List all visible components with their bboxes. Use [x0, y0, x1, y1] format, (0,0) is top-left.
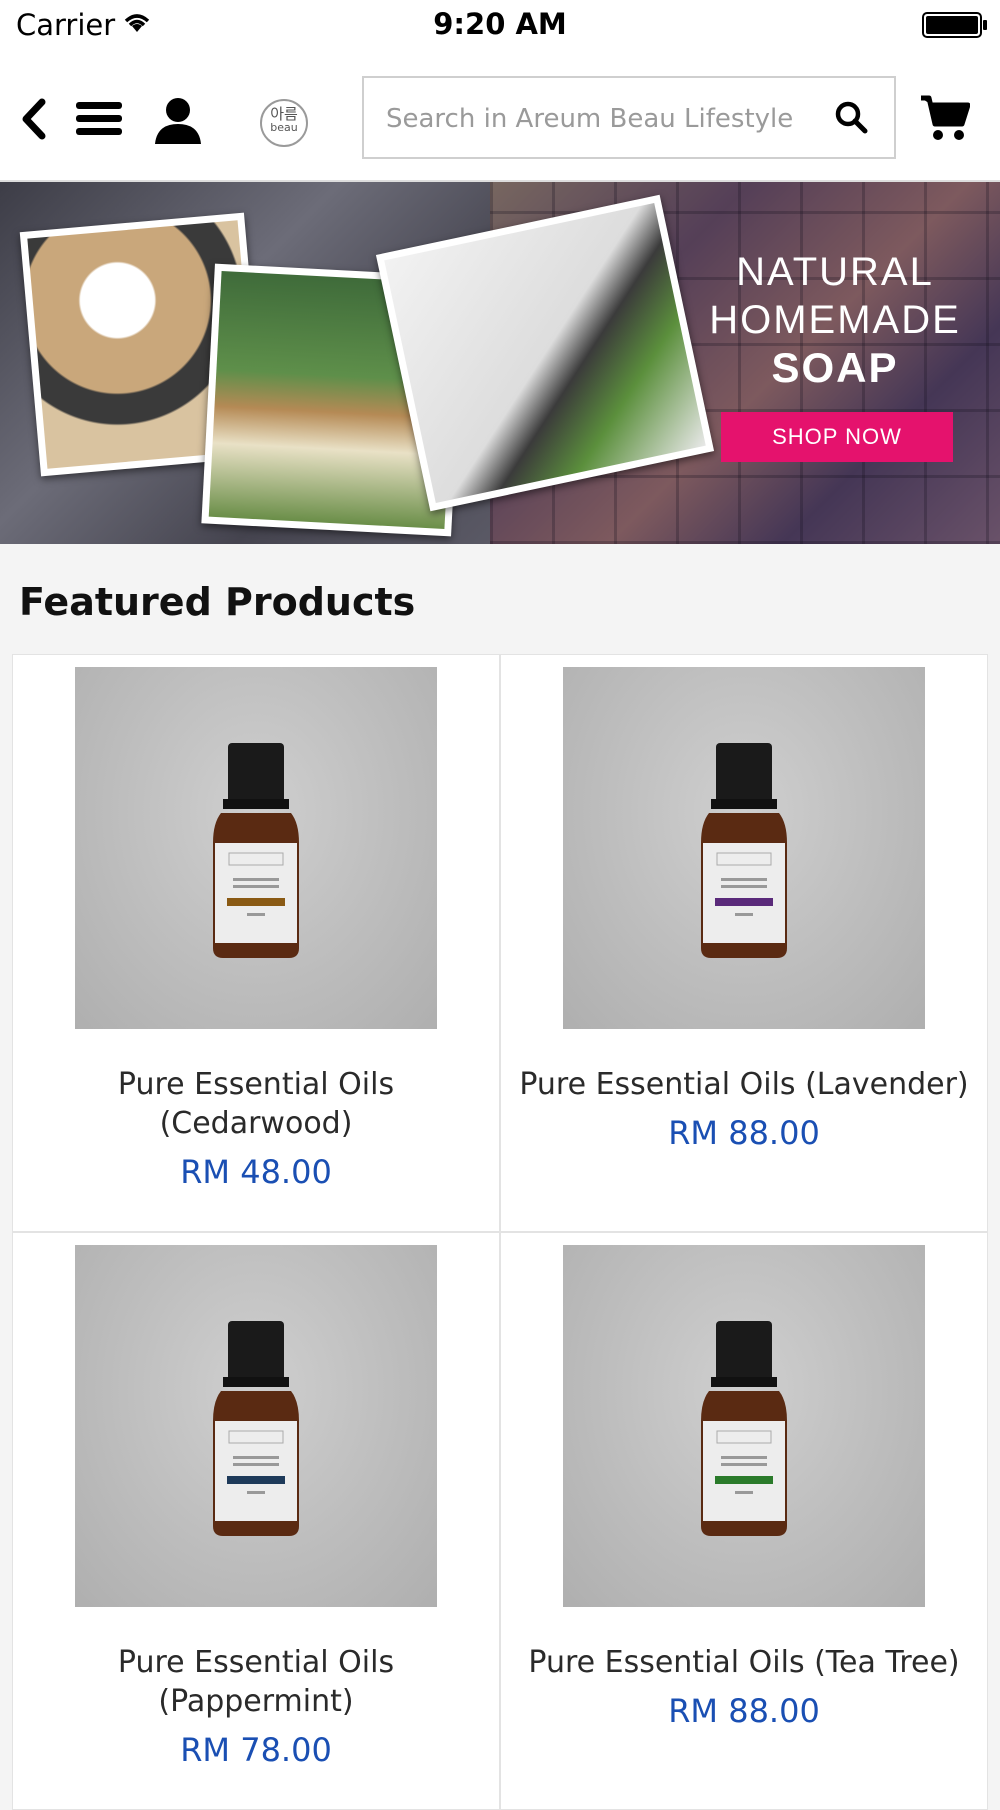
essential-oil-bottle-icon — [213, 743, 299, 958]
product-price: RM 88.00 — [668, 1114, 820, 1152]
product-name[interactable]: Pure Essential Oils (Cedarwood) — [118, 1067, 394, 1141]
product-card[interactable]: Pure Essential Oils (Pappermint) RM 78.00 — [13, 1233, 499, 1809]
product-image[interactable] — [563, 667, 925, 1029]
back-arrow-icon[interactable] — [18, 98, 48, 140]
section-title: Featured Products — [19, 580, 416, 624]
essential-oil-bottle-icon — [701, 743, 787, 958]
product-name[interactable]: Pure Essential Oils (Lavender) — [519, 1067, 968, 1102]
search-box — [362, 76, 896, 159]
product-image[interactable] — [563, 1245, 925, 1607]
product-card[interactable]: Pure Essential Oils (Lavender) RM 88.00 — [501, 655, 987, 1231]
logo-korean-text: 아름 — [270, 105, 298, 123]
product-name[interactable]: Pure Essential Oils (Pappermint) — [118, 1645, 394, 1719]
shopping-cart-icon[interactable] — [920, 94, 970, 142]
store-logo[interactable]: 아름 beau — [260, 99, 308, 147]
product-card[interactable]: Pure Essential Oils (Tea Tree) RM 88.00 — [501, 1233, 987, 1809]
product-info: Pure Essential Oils (Pappermint) RM 78.00 — [23, 1643, 489, 1770]
banner-line-1: NATURAL — [736, 250, 934, 294]
banner-line-3: SOAP — [771, 344, 899, 391]
battery-icon — [922, 12, 987, 38]
product-price: RM 78.00 — [180, 1731, 332, 1769]
user-account-icon[interactable] — [153, 96, 203, 144]
product-name[interactable]: Pure Essential Oils (Tea Tree) — [528, 1645, 959, 1680]
product-card[interactable]: Pure Essential Oils (Cedarwood) RM 48.00 — [13, 655, 499, 1231]
hamburger-menu-icon[interactable] — [76, 102, 122, 136]
clock: 9:20 AM — [433, 7, 567, 41]
promo-banner[interactable]: NATURAL HOMEMADE SOAP SHOP NOW — [0, 182, 1000, 544]
essential-oil-bottle-icon — [213, 1321, 299, 1536]
product-info: Pure Essential Oils (Lavender) RM 88.00 — [511, 1065, 977, 1153]
banner-headline: NATURAL HOMEMADE SOAP — [700, 248, 970, 392]
search-icon[interactable] — [834, 100, 868, 134]
product-image[interactable] — [75, 1245, 437, 1607]
logo-sub-text: beau — [270, 121, 298, 134]
app-header: 아름 beau — [0, 52, 1000, 182]
product-info: Pure Essential Oils (Cedarwood) RM 48.00 — [23, 1065, 489, 1192]
banner-line-2: HOMEMADE — [709, 298, 961, 342]
product-image[interactable] — [75, 667, 437, 1029]
product-price: RM 88.00 — [668, 1692, 820, 1730]
status-bar: Carrier 9:20 AM — [0, 0, 1000, 52]
product-price: RM 48.00 — [180, 1153, 332, 1191]
essential-oil-bottle-icon — [701, 1321, 787, 1536]
product-info: Pure Essential Oils (Tea Tree) RM 88.00 — [511, 1643, 977, 1731]
search-input[interactable] — [384, 78, 828, 159]
shop-now-button[interactable]: SHOP NOW — [721, 412, 953, 462]
product-grid: Pure Essential Oils (Cedarwood) RM 48.00 P… — [12, 654, 988, 1810]
